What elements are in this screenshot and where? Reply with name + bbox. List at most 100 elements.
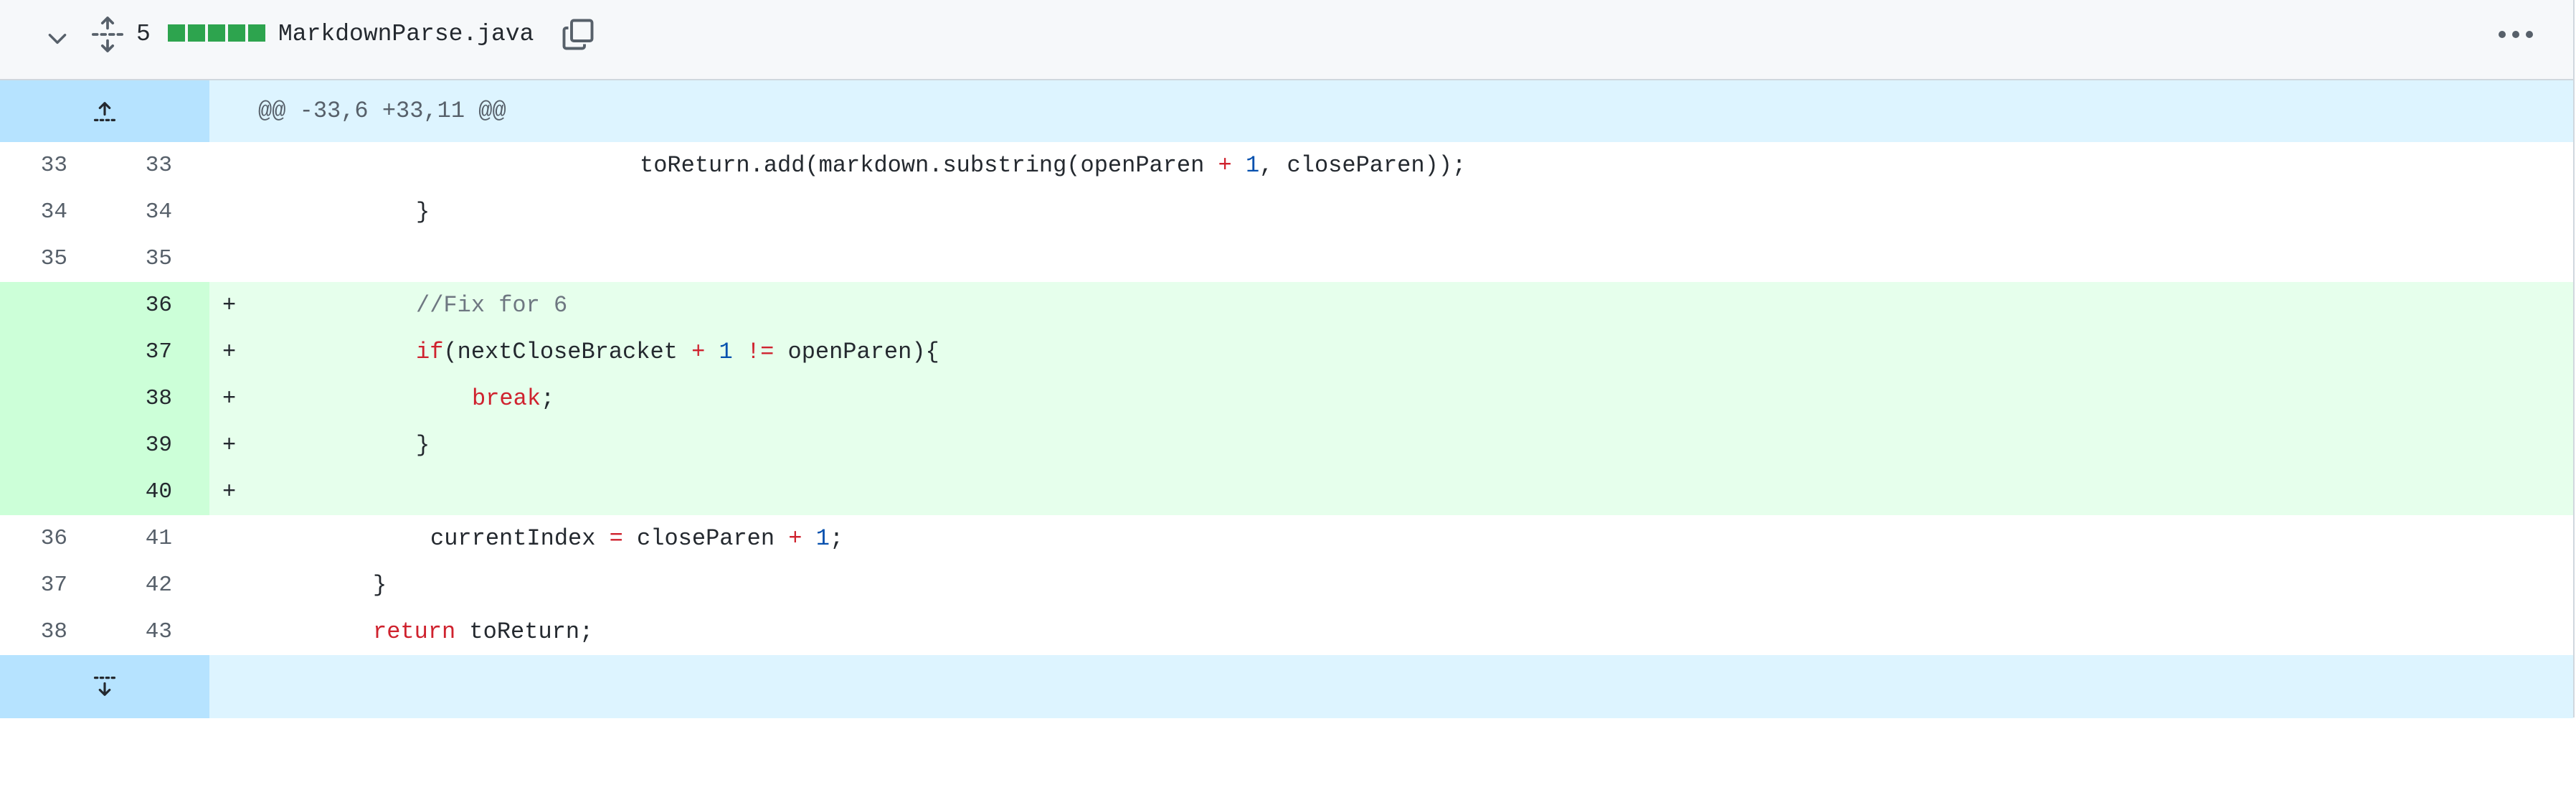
code-text: //Fix for 6 xyxy=(416,282,567,329)
new-line-number[interactable]: 37 xyxy=(105,329,209,375)
diff-line-context: 33 33 toReturn.add(markdown.substring(op… xyxy=(0,142,2573,189)
old-line-number[interactable] xyxy=(0,375,105,422)
new-line-number[interactable]: 39 xyxy=(105,422,209,469)
diff-line-context: 36 41 currentIndex = closeParen + 1; xyxy=(0,515,2573,562)
code-token: 1 xyxy=(1245,152,1260,179)
old-line-number[interactable]: 36 xyxy=(0,515,105,562)
code-line: + } xyxy=(209,422,2573,469)
code-token: ; xyxy=(541,385,555,412)
expand-all-button[interactable] xyxy=(87,13,128,56)
code-text: if(nextCloseBracket + 1 != openParen){ xyxy=(416,329,939,375)
old-line-number[interactable]: 34 xyxy=(0,189,105,235)
diff-line-context: 38 43 return toReturn; xyxy=(0,608,2573,655)
code-line: + xyxy=(209,469,2573,515)
expand-up-button[interactable] xyxy=(0,80,209,142)
code-token: (nextCloseBracket xyxy=(443,339,692,365)
file-header: 5 MarkdownParse.java xyxy=(0,0,2573,80)
code-line: currentIndex = closeParen + 1; xyxy=(209,515,2573,562)
old-line-number[interactable] xyxy=(0,422,105,469)
old-line-number[interactable] xyxy=(0,469,105,515)
code-token: } xyxy=(373,572,387,598)
old-line-number[interactable]: 38 xyxy=(0,608,105,655)
kebab-horizontal-icon xyxy=(2499,31,2533,38)
new-line-number[interactable]: 33 xyxy=(105,142,209,189)
code-line: return toReturn; xyxy=(209,608,2573,655)
diff-line-context: 35 35 xyxy=(0,235,2573,282)
code-token: currentIndex xyxy=(430,525,610,552)
fold-up-icon xyxy=(93,102,116,121)
diff-marker: + xyxy=(222,432,237,458)
code-line: + if(nextCloseBracket + 1 != openParen){ xyxy=(209,329,2573,375)
code-text: toReturn.add(markdown.substring(openPare… xyxy=(640,142,1466,189)
hunk-header-text: @@ -33,6 +33,11 @@ xyxy=(258,98,506,124)
expand-down-button[interactable] xyxy=(0,655,209,718)
new-line-number[interactable]: 40 xyxy=(105,469,209,515)
new-line-number[interactable]: 36 xyxy=(105,282,209,329)
old-line-number[interactable] xyxy=(0,329,105,375)
code-text: } xyxy=(416,189,430,235)
code-token: .add(markdown.substring(openParen xyxy=(749,152,1218,179)
new-line-number[interactable]: 38 xyxy=(105,375,209,422)
file-name-link[interactable]: MarkdownParse.java xyxy=(278,16,534,53)
copy-path-button[interactable] xyxy=(557,13,600,56)
hunk-footer-filler xyxy=(209,655,2573,718)
fold-down-icon xyxy=(93,677,116,696)
diff-marker: + xyxy=(222,292,237,319)
collapse-file-button[interactable] xyxy=(37,18,77,58)
new-line-number[interactable]: 35 xyxy=(105,235,209,282)
code-token: closeParen xyxy=(622,525,789,552)
code-token: if xyxy=(416,339,444,365)
code-token: = xyxy=(609,525,623,552)
code-token: ; xyxy=(829,525,844,552)
new-line-number[interactable]: 42 xyxy=(105,562,209,608)
code-token: return xyxy=(373,618,456,645)
diff-marker: + xyxy=(222,385,237,412)
diff-marker: + xyxy=(222,339,237,365)
new-line-number[interactable]: 43 xyxy=(105,608,209,655)
code-line: toReturn.add(markdown.substring(openPare… xyxy=(209,142,2573,189)
change-count: 5 xyxy=(136,21,151,47)
new-line-number[interactable]: 34 xyxy=(105,189,209,235)
code-line: } xyxy=(209,562,2573,608)
code-token: toReturn; xyxy=(455,618,594,645)
diffstat-block xyxy=(188,24,205,42)
diff-line-context: 37 42 } xyxy=(0,562,2573,608)
code-text: currentIndex = closeParen + 1; xyxy=(430,515,843,562)
copy-icon xyxy=(562,19,594,50)
old-line-number[interactable]: 33 xyxy=(0,142,105,189)
diff-file-container: 5 MarkdownParse.java @@ -33,6 +33,11 @@ … xyxy=(0,0,2575,718)
diff-table: @@ -33,6 +33,11 @@ 33 33 toReturn.add(ma… xyxy=(0,80,2573,718)
old-line-number[interactable] xyxy=(0,282,105,329)
file-options-button[interactable] xyxy=(2493,14,2539,55)
code-line: } xyxy=(209,189,2573,235)
code-token: //Fix for 6 xyxy=(416,292,568,319)
diffstat-bar xyxy=(168,24,265,42)
code-line: + //Fix for 6 xyxy=(209,282,2573,329)
code-token: } xyxy=(416,199,430,225)
old-line-number[interactable]: 35 xyxy=(0,235,105,282)
code-token: openParen){ xyxy=(774,339,939,365)
old-line-number[interactable]: 37 xyxy=(0,562,105,608)
code-token: , closeParen)); xyxy=(1259,152,1467,179)
code-token: toReturn xyxy=(640,152,750,179)
code-token: break xyxy=(472,385,541,412)
diff-line-addition: 37 + if(nextCloseBracket + 1 != openPare… xyxy=(0,329,2573,375)
chevron-down-icon xyxy=(48,34,67,44)
diffstat-block xyxy=(208,24,225,42)
code-text: break; xyxy=(472,375,554,422)
code-text: } xyxy=(416,422,430,469)
code-line: + break; xyxy=(209,375,2573,422)
code-text: } xyxy=(373,562,387,608)
new-line-number[interactable]: 41 xyxy=(105,515,209,562)
hunk-footer-row xyxy=(0,655,2573,718)
diff-line-addition: 39 + } xyxy=(0,422,2573,469)
code-token: != xyxy=(746,339,775,365)
diff-line-context: 34 34 } xyxy=(0,189,2573,235)
diff-line-addition: 38 + break; xyxy=(0,375,2573,422)
code-token: 1 xyxy=(815,525,830,552)
code-token: + xyxy=(691,339,706,365)
